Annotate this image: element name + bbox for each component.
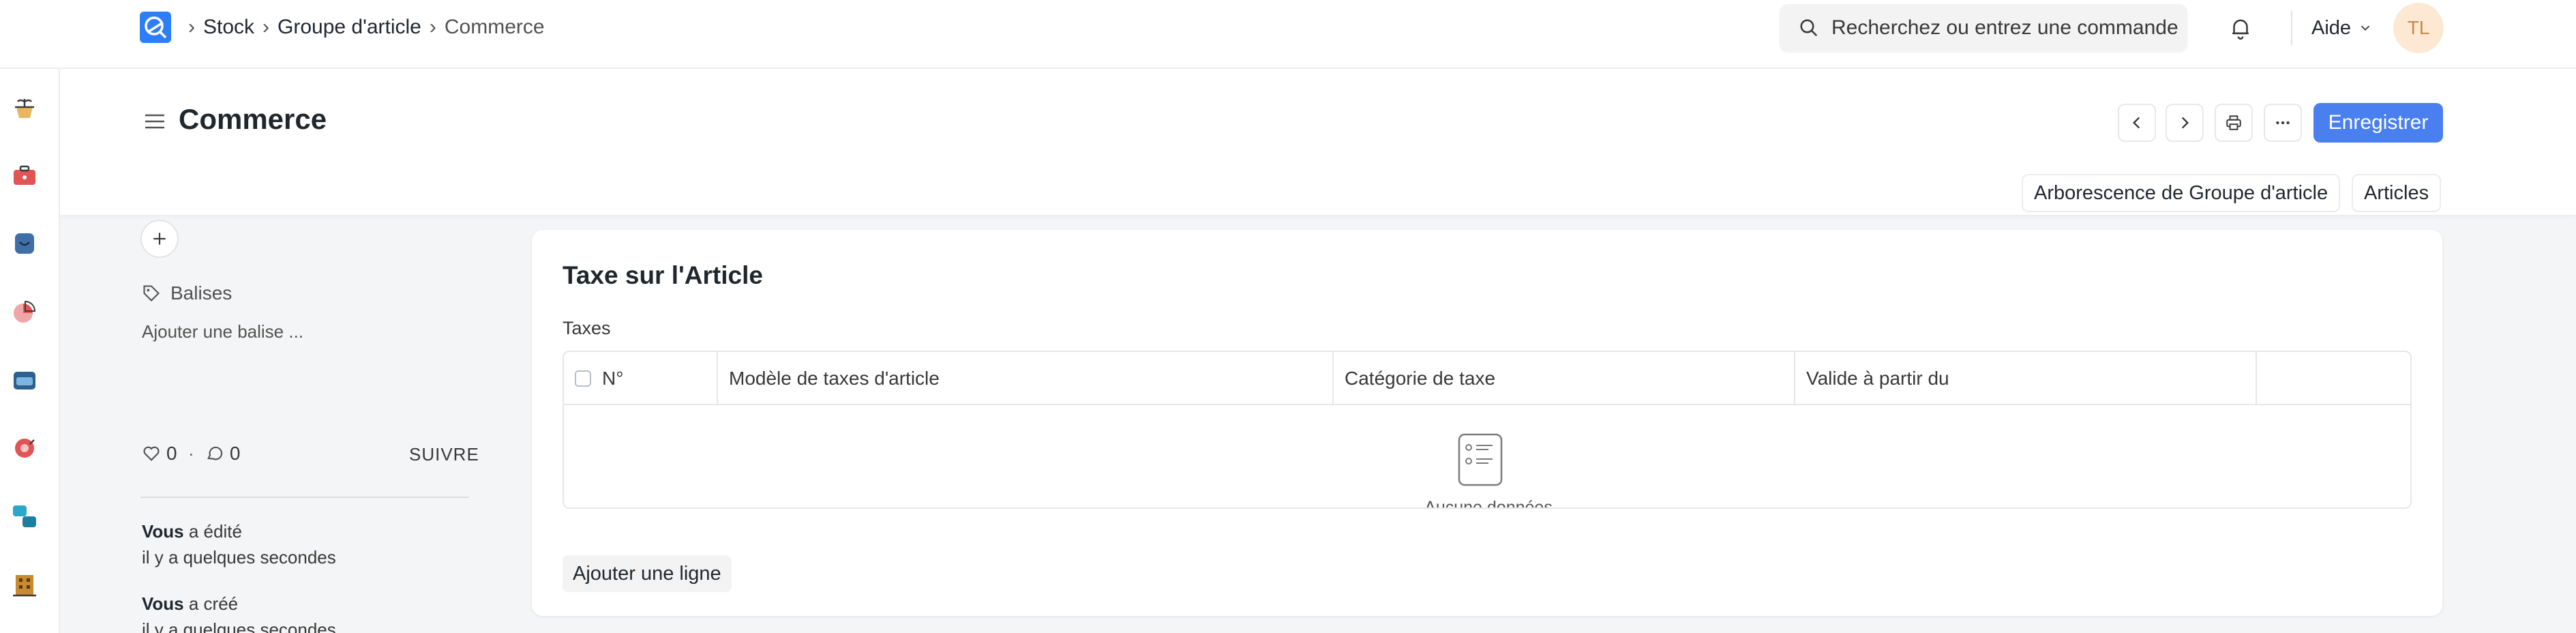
add-attachment-button[interactable] <box>140 220 179 258</box>
chevron-right-icon: › <box>188 16 195 38</box>
inbox-icon[interactable] <box>10 365 40 395</box>
pie-chart-icon[interactable] <box>10 297 40 327</box>
activity-item: Vous a créé il y a quelques secondes <box>142 591 336 633</box>
top-navbar: › Stock › Groupe d'article › Commerce Re… <box>0 0 2576 69</box>
chevron-down-icon <box>2361 25 2370 31</box>
avatar[interactable]: TL <box>2393 3 2444 53</box>
items-button[interactable]: Articles <box>2352 174 2442 212</box>
comments-count: 0 <box>229 443 241 464</box>
plus-icon <box>153 233 166 245</box>
tag-icon <box>143 285 160 301</box>
activity-time: il y a quelques secondes <box>142 619 336 633</box>
app-logo-icon[interactable] <box>140 12 171 43</box>
more-horizontal-icon <box>2276 121 2290 125</box>
previous-button[interactable] <box>2118 104 2156 142</box>
search-icon <box>1800 19 1818 37</box>
linked-boxes-icon[interactable] <box>10 501 40 531</box>
select-all-checkbox[interactable] <box>575 370 591 387</box>
column-number: N° <box>564 352 718 405</box>
chevron-right-icon <box>2181 117 2189 129</box>
table-header: N° Modèle de taxes d'article Catégorie d… <box>564 352 2410 405</box>
item-tax-section: Taxe sur l'Article Taxes N° Modèle de ta… <box>532 230 2442 616</box>
column-tax-category: Catégorie de taxe <box>1334 352 1795 405</box>
navbar-divider <box>2291 11 2292 45</box>
support-icon[interactable] <box>10 433 40 463</box>
taxes-field-label: Taxes <box>563 318 611 338</box>
activity-action: a édité <box>188 521 242 542</box>
column-header-number: N° <box>602 368 624 389</box>
chevron-left-icon <box>2132 117 2140 129</box>
notification-bell-icon[interactable] <box>2228 15 2253 41</box>
column-header-item-tax-template: Modèle de taxes d'article <box>729 368 940 389</box>
building-icon[interactable] <box>10 570 40 600</box>
activity-time: il y a quelques secondes <box>142 547 336 568</box>
section-title: Taxe sur l'Article <box>563 261 763 289</box>
plant-pot-icon[interactable] <box>10 92 40 122</box>
add-row-button[interactable]: Ajouter une ligne <box>563 555 732 592</box>
column-item-tax-template: Modèle de taxes d'article <box>718 352 1334 405</box>
sidebar-divider <box>140 497 469 498</box>
follow-button[interactable]: SUIVRE <box>409 444 479 465</box>
chevron-right-icon: › <box>429 16 436 38</box>
save-button[interactable]: Enregistrer <box>2313 103 2443 143</box>
breadcrumb: › Stock › Groupe d'article › Commerce <box>185 14 545 41</box>
likes-count: 0 <box>166 443 177 464</box>
empty-state-text: Aucune données <box>1424 498 1553 509</box>
engagement-stats: 0 · 0 <box>142 443 240 465</box>
help-dropdown[interactable]: Aide <box>2311 15 2373 41</box>
page-header: Commerce Enregistrer Arborescence de Gro… <box>60 69 2576 215</box>
module-sidebar <box>0 69 60 633</box>
search-placeholder: Recherchez ou entrez une commande <box>1831 16 2178 39</box>
breadcrumb-item-stock[interactable]: Stock <box>203 16 254 39</box>
chevron-right-icon: › <box>263 16 270 38</box>
column-actions <box>2257 352 2410 405</box>
activity-actor: Vous <box>142 593 184 614</box>
breadcrumb-item-current[interactable]: Commerce <box>445 16 545 39</box>
column-header-valid-from: Valide à partir du <box>1806 368 1949 389</box>
briefcase-icon[interactable] <box>10 160 40 190</box>
next-button[interactable] <box>2166 104 2204 142</box>
item-group-tree-button[interactable]: Arborescence de Groupe d'article <box>2022 174 2341 212</box>
shield-icon[interactable] <box>10 229 40 259</box>
activity-action: a créé <box>188 593 239 614</box>
activity-item: Vous a édité il y a quelques secondes <box>142 518 336 570</box>
more-actions-button[interactable] <box>2264 104 2302 142</box>
search-input[interactable]: Recherchez ou entrez une commande <box>1780 4 2187 52</box>
add-tag-link[interactable]: Ajouter une balise ... <box>142 321 303 342</box>
tags-label: Balises <box>170 282 233 304</box>
breadcrumb-item-item-group[interactable]: Groupe d'article <box>278 16 421 39</box>
taxes-table: N° Modèle de taxes d'article Catégorie d… <box>563 351 2412 509</box>
column-header-tax-category: Catégorie de taxe <box>1345 368 1496 389</box>
help-label: Aide <box>2311 16 2352 39</box>
comment-icon[interactable] <box>205 444 224 463</box>
tags-section: Balises <box>142 282 232 304</box>
empty-list-icon <box>1458 433 1503 486</box>
activity-actor: Vous <box>142 521 184 542</box>
printer-icon <box>2226 115 2241 130</box>
column-valid-from: Valide à partir du <box>1795 352 2257 405</box>
stats-separator: · <box>188 443 194 464</box>
page-title: Commerce <box>179 103 327 135</box>
hamburger-menu-icon[interactable] <box>143 111 166 132</box>
form-sidebar: Balises Ajouter une balise ... 0 · 0 SUI… <box>60 215 510 633</box>
heart-icon[interactable] <box>142 444 161 463</box>
print-button[interactable] <box>2215 104 2253 142</box>
empty-state: Aucune données <box>564 405 2410 509</box>
